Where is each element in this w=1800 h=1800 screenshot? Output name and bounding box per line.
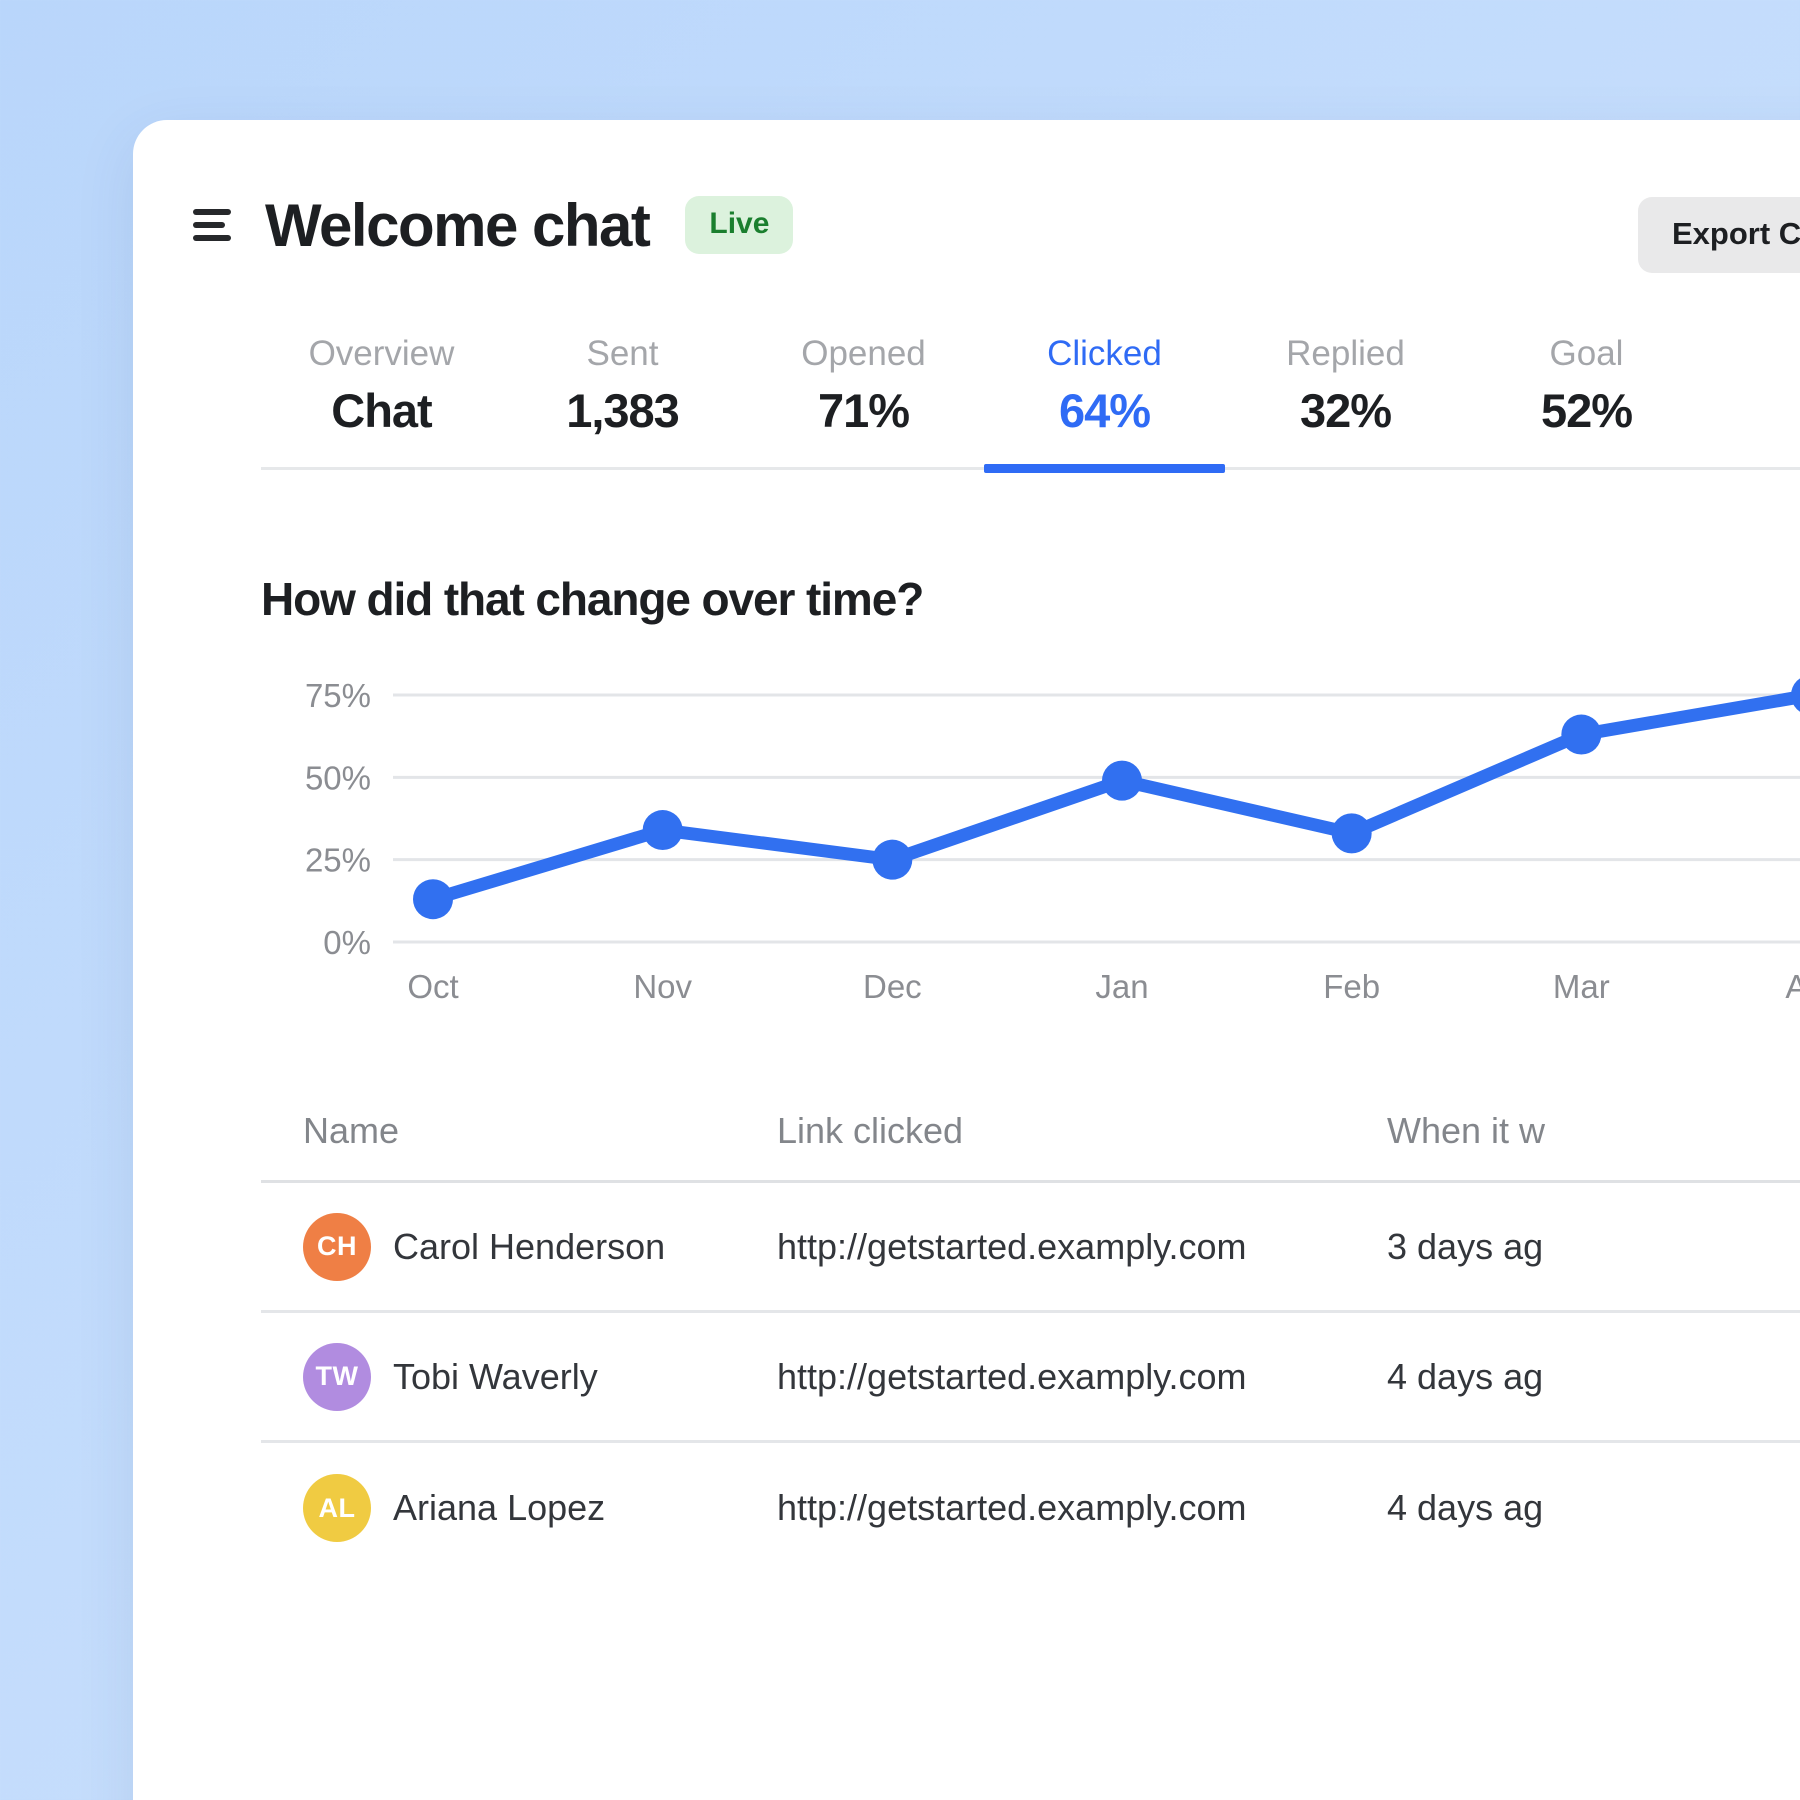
cell-when: 4 days ag: [1387, 1355, 1544, 1397]
x-axis-tick-label: Mar: [1553, 968, 1610, 1005]
export-csv-button[interactable]: Export CSV: [1638, 197, 1800, 273]
tab-label: Goal: [1549, 334, 1624, 373]
column-header-link: Link clicked: [777, 1110, 964, 1151]
column-header-name: Name: [303, 1110, 400, 1151]
table-row[interactable]: AL Ariana Lopez http://getstarted.exampl…: [261, 1443, 1800, 1573]
chart-data-point[interactable]: [1791, 675, 1800, 715]
x-axis-tick-label: Apr: [1785, 968, 1800, 1005]
hamburger-line: [193, 222, 225, 228]
tab-label: Sent: [586, 334, 659, 373]
tab-sent[interactable]: Sent 1,383: [502, 332, 743, 467]
hamburger-menu-icon[interactable]: [193, 209, 231, 241]
tab-label: Overview: [308, 334, 455, 373]
chart-data-point[interactable]: [872, 839, 913, 880]
metric-tabs: Overview Chat Sent 1,383 Opened 71% Clic…: [261, 332, 1800, 473]
chart-data-point[interactable]: [413, 879, 453, 920]
cell-name: CH Carol Henderson: [261, 1212, 777, 1281]
cell-name: AL Ariana Lopez: [261, 1474, 777, 1542]
cell-when: 4 days ag: [1387, 1487, 1544, 1528]
line-chart: 0% 25% 50% 75% Oct Nov Dec Jan Feb Mar Apr: [261, 650, 1800, 1020]
tab-value: 32%: [1299, 383, 1392, 437]
table-row[interactable]: TW Tobi Waverly http://getstarted.exampl…: [261, 1313, 1800, 1443]
column-header-when: When it w: [1387, 1110, 1546, 1151]
cell-link[interactable]: http://getstarted.examply.com: [777, 1356, 1387, 1398]
tab-value: 64%: [1058, 383, 1151, 437]
tab-value: 52%: [1540, 383, 1633, 437]
chart-data-point[interactable]: [1102, 760, 1142, 801]
avatar: AL: [303, 1474, 371, 1542]
table-row[interactable]: CH Carol Henderson http://getstarted.exa…: [261, 1183, 1800, 1313]
y-axis-tick-label: 75%: [305, 677, 371, 714]
page-title: Welcome chat: [265, 191, 651, 259]
contact-name: Carol Henderson: [393, 1225, 666, 1267]
x-axis-tick-label: Dec: [863, 968, 922, 1005]
cell-when: 3 days ag: [1387, 1225, 1544, 1267]
tab-opened[interactable]: Opened 71%: [743, 332, 984, 467]
contact-name: Ariana Lopez: [393, 1487, 606, 1528]
x-axis-tick-label: Jan: [1095, 968, 1148, 1005]
chart-data-point[interactable]: [1331, 813, 1372, 854]
tab-clicked[interactable]: Clicked 64%: [984, 332, 1225, 473]
cell-link[interactable]: http://getstarted.examply.com: [777, 1487, 1387, 1529]
avatar: TW: [303, 1342, 371, 1411]
avatar: CH: [303, 1212, 371, 1281]
cell-link[interactable]: http://getstarted.examply.com: [777, 1226, 1387, 1268]
tab-value: 71%: [817, 383, 910, 437]
contact-name: Tobi Waverly: [393, 1355, 598, 1397]
x-axis-tick-label: Oct: [407, 968, 458, 1005]
tab-replied[interactable]: Replied 32%: [1225, 332, 1466, 467]
page-header: Welcome chat Live: [133, 120, 1800, 330]
y-axis-tick-label: 50%: [305, 759, 371, 796]
tab-value: Chat: [331, 383, 432, 437]
clicks-table: Name Link clicked When it w CH Carol Hen…: [261, 1110, 1800, 1573]
status-badge: Live: [685, 196, 794, 254]
x-axis-tick-label: Feb: [1323, 968, 1380, 1005]
cell-name: TW Tobi Waverly: [261, 1342, 777, 1411]
chart-data-point[interactable]: [1561, 714, 1602, 755]
table-header-row: Name Link clicked When it w: [261, 1110, 1800, 1183]
hamburger-line: [193, 209, 231, 215]
tab-overview[interactable]: Overview Chat: [261, 332, 502, 467]
chart-data-point[interactable]: [642, 810, 683, 851]
app-card: Welcome chat Live Export CSV Overview Ch…: [133, 120, 1800, 1800]
chart-heading: How did that change over time?: [261, 573, 924, 625]
x-axis-tick-label: Nov: [633, 968, 692, 1005]
y-axis-tick-label: 0%: [323, 924, 371, 961]
tab-value: 1,383: [566, 383, 680, 437]
tab-label: Clicked: [1047, 334, 1162, 373]
tab-goal[interactable]: Goal 52%: [1466, 332, 1707, 467]
tab-label: Opened: [801, 334, 926, 373]
chart-svg: 0% 25% 50% 75% Oct Nov Dec Jan Feb Mar Apr: [305, 675, 1800, 1005]
hamburger-line: [193, 235, 231, 241]
y-axis-tick-label: 25%: [305, 842, 371, 879]
tab-label: Replied: [1286, 334, 1405, 373]
